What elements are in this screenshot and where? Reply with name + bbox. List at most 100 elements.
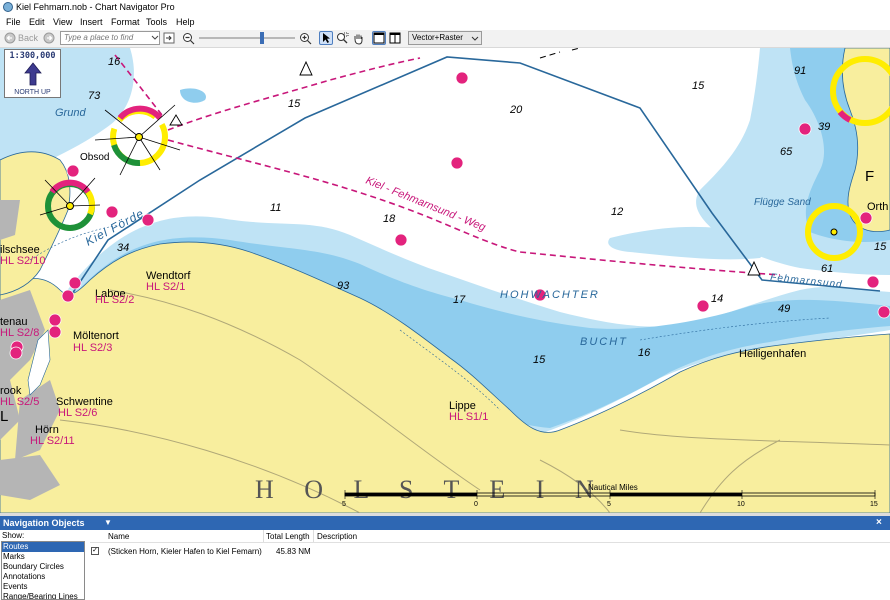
svg-text:11: 11 xyxy=(270,202,281,214)
back-button[interactable]: Back xyxy=(2,31,42,45)
svg-text:93: 93 xyxy=(337,280,350,292)
pan-tool-button[interactable] xyxy=(351,31,365,45)
svg-text:5: 5 xyxy=(607,501,611,508)
svg-text:HL S2/3: HL S2/3 xyxy=(73,342,112,354)
single-pane-button[interactable] xyxy=(372,31,386,45)
objects-table-header: Name Total Length Description xyxy=(90,530,890,543)
column-name[interactable]: Name xyxy=(108,532,129,541)
scale-north-up-box[interactable]: 1:300,000 NORTH UP xyxy=(4,49,61,98)
column-total-length[interactable]: Total Length xyxy=(266,532,310,541)
show-item-boundary-circles[interactable]: Boundary Circles xyxy=(2,562,84,572)
svg-text:HOHWACHTER: HOHWACHTER xyxy=(500,289,600,301)
menu-tools[interactable]: Tools xyxy=(145,16,168,29)
title-bar: Kiel Fehmarn.nob - Chart Navigator Pro xyxy=(0,0,890,15)
column-description[interactable]: Description xyxy=(317,532,357,541)
svg-text:15: 15 xyxy=(874,241,887,253)
menu-insert[interactable]: Insert xyxy=(79,16,104,29)
zoom-slider[interactable] xyxy=(199,31,295,45)
svg-text:HL S2/5: HL S2/5 xyxy=(0,396,39,408)
close-icon[interactable]: × xyxy=(876,516,882,529)
split-pane-icon xyxy=(389,32,401,44)
chart-map[interactable]: 16 73 15 20 15 91 39 65 11 18 12 15 61 3… xyxy=(0,48,890,513)
forward-button[interactable] xyxy=(42,31,56,45)
svg-text:0: 0 xyxy=(474,501,478,508)
svg-text:12: 12 xyxy=(611,206,623,218)
svg-text:20: 20 xyxy=(509,104,523,116)
svg-text:15: 15 xyxy=(870,501,878,508)
show-item-annotations[interactable]: Annotations xyxy=(2,572,84,582)
menu-help[interactable]: Help xyxy=(175,16,196,29)
svg-text:10: 10 xyxy=(737,501,745,508)
svg-text:5: 5 xyxy=(342,501,346,508)
zoom-rect-tool-button[interactable] xyxy=(335,31,349,45)
svg-text:65: 65 xyxy=(780,146,793,158)
view-mode-select[interactable]: Vector+Raster xyxy=(408,31,482,45)
svg-text:HL S2/8: HL S2/8 xyxy=(0,327,39,339)
svg-text:Grund: Grund xyxy=(55,107,86,119)
show-list[interactable]: Routes Marks Boundary Circles Annotation… xyxy=(1,541,85,600)
route-name-cell[interactable]: (Sticken Horn, Kieler Hafen to Kiel Fema… xyxy=(108,547,262,556)
zoom-in-icon xyxy=(300,33,312,45)
select-pointer-icon xyxy=(323,33,330,43)
zoom-slider-thumb xyxy=(260,32,264,44)
svg-text:HL S1/1: HL S1/1 xyxy=(449,411,488,423)
menu-view[interactable]: View xyxy=(52,16,73,29)
zoom-in-button[interactable] xyxy=(298,31,312,45)
go-arrow-icon xyxy=(163,32,175,44)
svg-text:73: 73 xyxy=(88,90,101,102)
single-pane-icon xyxy=(373,32,385,44)
menu-file[interactable]: File xyxy=(5,16,22,29)
svg-text:Obsod: Obsod xyxy=(80,152,109,163)
map-letter-f: F xyxy=(865,168,874,185)
split-pane-button[interactable] xyxy=(388,31,402,45)
svg-text:17: 17 xyxy=(453,294,466,306)
column-divider xyxy=(263,530,264,542)
nav-panel-menu-icon[interactable]: ▼ xyxy=(104,517,112,529)
forward-arrow-icon xyxy=(43,32,55,44)
nav-panel-body: Show: Routes Marks Boundary Circles Anno… xyxy=(0,530,890,600)
svg-text:15: 15 xyxy=(533,354,546,366)
route-length-cell: 45.83 NM xyxy=(276,547,311,556)
svg-text:49: 49 xyxy=(778,303,790,315)
region-label: H O L S T E I N xyxy=(255,475,606,504)
nav-panel-title: Navigation Objects xyxy=(3,518,85,528)
svg-text:Nautical Miles: Nautical Miles xyxy=(588,483,638,492)
svg-text:Möltenort: Möltenort xyxy=(73,330,119,342)
svg-text:14: 14 xyxy=(711,293,723,305)
svg-text:18: 18 xyxy=(383,213,396,225)
place-search-input[interactable]: Type a place to find xyxy=(60,31,160,45)
map-letter-l: L xyxy=(0,408,8,425)
window-title: Kiel Fehmarn.nob - Chart Navigator Pro xyxy=(16,2,175,12)
show-item-routes[interactable]: Routes xyxy=(2,542,84,552)
select-tool-button[interactable] xyxy=(319,31,333,45)
menu-edit[interactable]: Edit xyxy=(28,16,46,29)
svg-text:Heiligenhafen: Heiligenhafen xyxy=(739,348,806,360)
svg-text:39: 39 xyxy=(818,121,830,133)
show-item-marks[interactable]: Marks xyxy=(2,552,84,562)
show-item-range-bearing[interactable]: Range/Bearing Lines xyxy=(2,592,84,599)
svg-text:HL S2/1: HL S2/1 xyxy=(146,281,185,293)
svg-text:Flügge Sand: Flügge Sand xyxy=(754,197,811,208)
zoom-out-icon xyxy=(183,33,195,45)
show-label: Show: xyxy=(2,531,25,540)
nav-panel-header: Navigation Objects ▼ × xyxy=(0,516,890,530)
svg-text:HL S2/10: HL S2/10 xyxy=(0,255,45,267)
svg-text:HL S2/6: HL S2/6 xyxy=(58,407,97,419)
svg-text:16: 16 xyxy=(108,56,121,68)
svg-text:Orth: Orth xyxy=(867,201,888,213)
zoom-out-button[interactable] xyxy=(181,31,195,45)
go-button[interactable] xyxy=(162,31,175,45)
toolbar: Back Type a place to find Vector+Raster xyxy=(0,30,890,48)
nautical-chart[interactable]: 16 73 15 20 15 91 39 65 11 18 12 15 61 3… xyxy=(0,48,890,513)
show-item-events[interactable]: Events xyxy=(2,582,84,592)
chart-scale: 1:300,000 xyxy=(9,51,56,61)
route-visible-checkbox[interactable]: ✓ xyxy=(91,547,99,555)
zoom-slider-track xyxy=(199,32,295,44)
place-dropdown-button[interactable] xyxy=(150,31,160,45)
zoom-rectangle-icon xyxy=(337,32,349,44)
svg-text:15: 15 xyxy=(692,80,705,92)
chevron-down-icon xyxy=(471,36,479,41)
menu-format[interactable]: Format xyxy=(110,16,141,29)
pan-hand-icon xyxy=(354,34,363,45)
back-arrow-icon xyxy=(4,32,16,44)
